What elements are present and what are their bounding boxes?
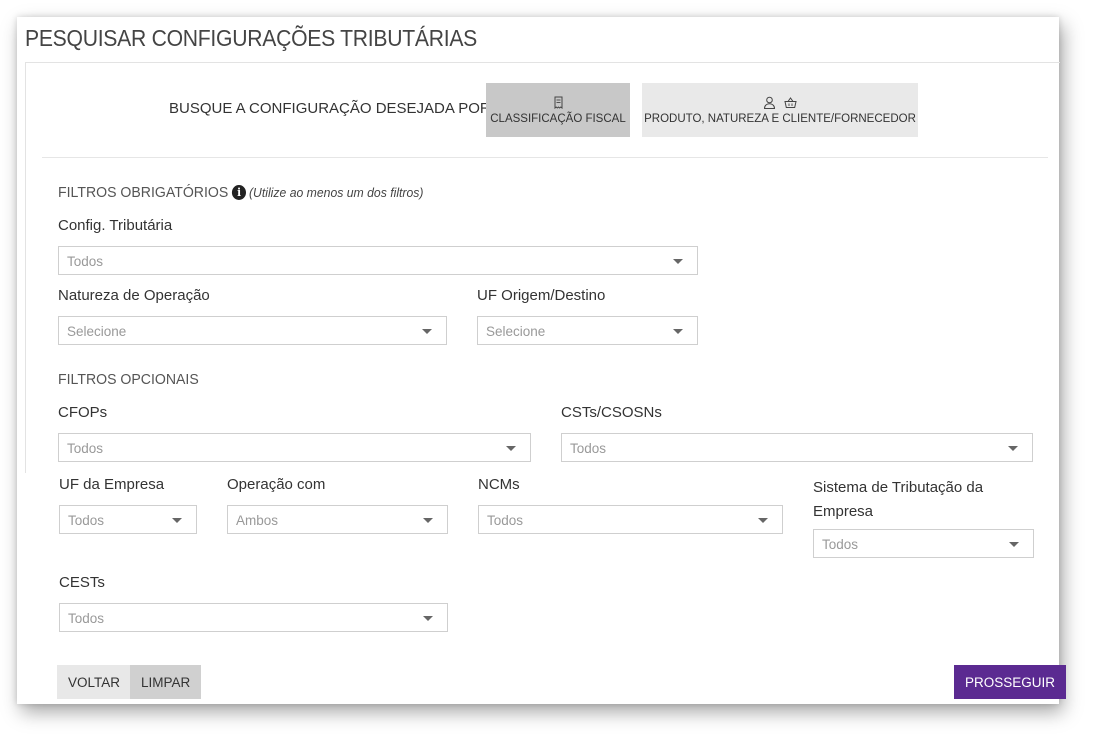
cests-label: CESTs <box>59 574 105 591</box>
optional-filters-title: FILTROS OPCIONAIS <box>58 371 199 388</box>
chevron-down-icon <box>1009 542 1019 547</box>
cfops-label: CFOPs <box>58 404 108 421</box>
chevron-down-icon <box>506 446 516 451</box>
cfops-value: Todos <box>67 441 104 456</box>
csts-value: Todos <box>570 441 607 456</box>
chevron-down-icon <box>422 329 432 334</box>
mandatory-filters-heading: FILTROS OBRIGATÓRIOS i (Utilize ao menos u… <box>58 184 423 201</box>
chevron-down-icon <box>423 616 433 621</box>
uf-empresa-select[interactable]: Todos <box>59 505 197 534</box>
mandatory-filters-hint: (Utilize ao menos um dos filtros) <box>248 185 424 200</box>
chevron-down-icon <box>673 329 683 334</box>
uf-origem-destino-select[interactable]: Selecione <box>477 316 698 345</box>
chevron-down-icon <box>1008 446 1018 451</box>
divider <box>42 157 1048 158</box>
uf-empresa-label: UF da Empresa <box>59 476 165 493</box>
config-tributaria-select[interactable]: Todos <box>58 246 698 275</box>
uf-origem-destino-label: UF Origem/Destino <box>477 287 606 304</box>
ncms-value: Todos <box>487 513 524 528</box>
uf-empresa-value: Todos <box>68 513 105 528</box>
user-icon <box>763 96 776 109</box>
natureza-operacao-label: Natureza de Operação <box>58 287 210 304</box>
natureza-operacao-value: Selecione <box>67 324 127 339</box>
operacao-com-select[interactable]: Ambos <box>227 505 448 534</box>
mode-classificacao-fiscal-button[interactable]: CLASSIFICAÇÃO FISCAL <box>486 83 630 137</box>
csts-select[interactable]: Todos <box>561 433 1033 462</box>
back-button[interactable]: VOLTAR <box>57 665 132 699</box>
mode-produto-natureza-button[interactable]: PRODUTO, NATUREZA E CLIENTE/FORNECEDOR <box>642 83 918 137</box>
mode-classificacao-fiscal-label: CLASSIFICAÇÃO FISCAL <box>490 113 626 125</box>
config-tributaria-label: Config. Tributária <box>58 217 173 234</box>
mode-produto-natureza-label: PRODUTO, NATUREZA E CLIENTE/FORNECEDOR <box>644 113 916 125</box>
page-title: PESQUISAR CONFIGURAÇÕES TRIBUTÁRIAS <box>25 25 478 51</box>
chevron-down-icon <box>172 518 182 523</box>
receipt-icon <box>554 96 562 109</box>
chevron-down-icon <box>423 518 433 523</box>
cests-select[interactable]: Todos <box>59 603 448 632</box>
cests-value: Todos <box>68 611 105 626</box>
mandatory-filters-title: FILTROS OBRIGATÓRIOS <box>58 184 229 201</box>
tax-config-search-window: PESQUISAR CONFIGURAÇÕES TRIBUTÁRIAS BUSQ… <box>17 17 1067 704</box>
uf-origem-destino-value: Selecione <box>486 324 546 339</box>
cfops-select[interactable]: Todos <box>58 433 531 462</box>
clear-button[interactable]: LIMPAR <box>130 665 202 699</box>
natureza-operacao-select[interactable]: Selecione <box>58 316 447 345</box>
operacao-com-label: Operação com <box>227 476 326 493</box>
basket-icon <box>784 96 797 108</box>
ncms-label: NCMs <box>478 476 520 493</box>
chevron-down-icon <box>673 259 683 264</box>
sistema-tributacao-label-line1: Sistema de Tributação da <box>813 479 984 496</box>
sistema-tributacao-label: Sistema de Tributação da Empresa <box>813 476 983 524</box>
sistema-tributacao-select[interactable]: Todos <box>813 529 1034 558</box>
sistema-tributacao-label-line2: Empresa <box>813 503 874 520</box>
proceed-button[interactable]: PROSSEGUIR <box>954 665 1067 699</box>
config-tributaria-value: Todos <box>67 254 104 269</box>
sistema-tributacao-value: Todos <box>822 537 859 552</box>
ncms-select[interactable]: Todos <box>478 505 783 534</box>
search-mode-prompt: BUSQUE A CONFIGURAÇÃO DESEJADA POR... <box>169 100 504 117</box>
operacao-com-value: Ambos <box>236 513 279 528</box>
chevron-down-icon <box>758 518 768 523</box>
csts-label: CSTs/CSOSNs <box>561 404 662 421</box>
info-icon[interactable]: i <box>232 185 247 200</box>
